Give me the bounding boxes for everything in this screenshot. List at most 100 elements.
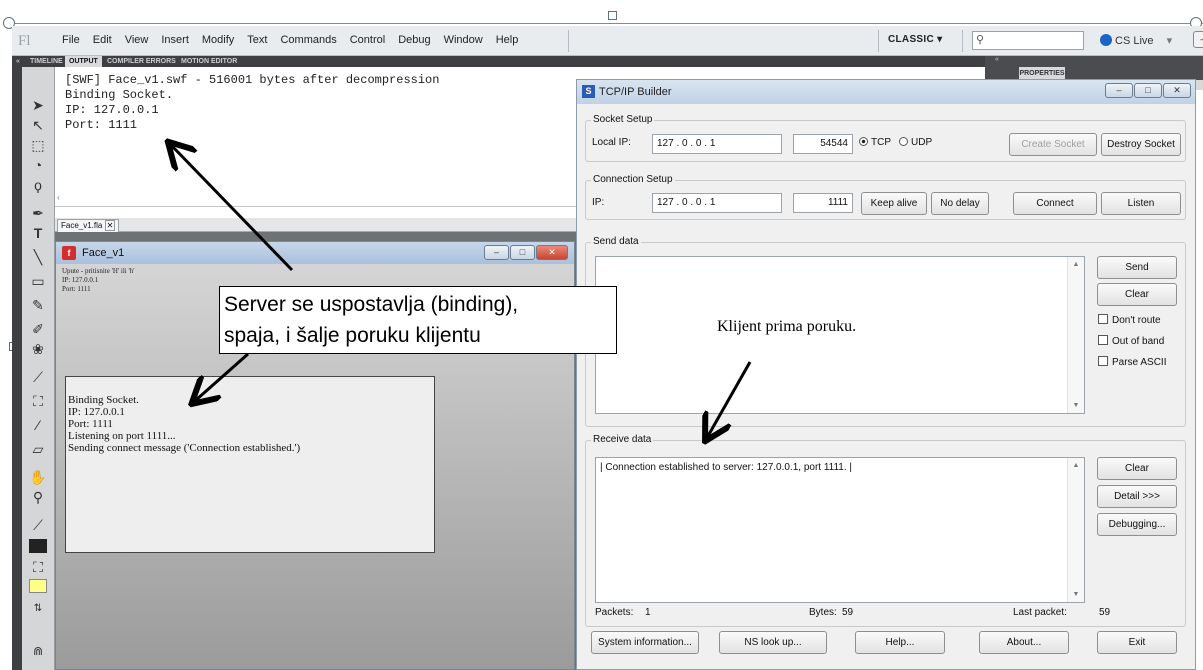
udp-radio[interactable]: UDP: [899, 137, 932, 148]
info-line: Upute - pritisnite 'H' ili 'h': [62, 267, 135, 275]
menu-modify[interactable]: Modify: [202, 34, 234, 46]
dont-route-checkbox[interactable]: Don't route: [1098, 314, 1161, 326]
tab-timeline[interactable]: TIMELINE: [26, 56, 67, 67]
3d-rotation-tool-icon[interactable]: ◔: [28, 155, 48, 175]
remote-ip-field[interactable]: 127 . 0 . 0 . 1: [652, 193, 782, 213]
receive-data-textarea[interactable]: | Connection established to server: 127.…: [595, 457, 1085, 603]
close-icon[interactable]: ✕: [104, 220, 116, 231]
minimize-button[interactable]: –: [1193, 31, 1203, 48]
local-ip-field[interactable]: 127 . 0 . 0 . 1: [652, 134, 782, 154]
scrollbar[interactable]: ▲ ▼: [1067, 257, 1084, 413]
tcp-radio[interactable]: TCP: [859, 137, 891, 148]
tcp-titlebar[interactable]: S TCP/IP Builder – □ ✕: [577, 80, 1195, 104]
maximize-button[interactable]: □: [1134, 83, 1162, 98]
face-window-titlebar[interactable]: f Face_v1 – □ ✕: [56, 242, 574, 264]
clear-send-button[interactable]: Clear: [1097, 283, 1177, 306]
eraser-tool-icon[interactable]: ▱: [28, 439, 48, 459]
snap-magnet-icon[interactable]: ⋒: [28, 641, 48, 661]
pen-tool-icon[interactable]: ✒: [28, 203, 48, 223]
rectangle-tool-icon[interactable]: ▭: [28, 271, 48, 291]
parse-ascii-checkbox[interactable]: Parse ASCII: [1098, 356, 1166, 368]
scrollbar[interactable]: ▲ ▼: [1067, 458, 1084, 602]
about-button[interactable]: About...: [979, 631, 1069, 654]
menu-edit[interactable]: Edit: [93, 34, 112, 46]
menu-file[interactable]: File: [62, 34, 80, 46]
collapse-icon[interactable]: «: [12, 56, 24, 67]
search-icon: ⚲: [976, 34, 985, 46]
resize-handle[interactable]: [608, 11, 617, 20]
cs-live-button[interactable]: CS Live ▾: [1100, 34, 1172, 47]
fill-color-icon[interactable]: ⛶: [28, 557, 48, 577]
menu-commands[interactable]: Commands: [280, 34, 336, 46]
clear-receive-button[interactable]: Clear: [1097, 457, 1177, 480]
scroll-left-icon[interactable]: ‹: [57, 193, 60, 202]
connect-button[interactable]: Connect: [1013, 192, 1097, 215]
system-information-button[interactable]: System information...: [591, 631, 699, 654]
search-input[interactable]: ⚲: [972, 31, 1084, 50]
local-port-field[interactable]: 54544: [793, 134, 853, 154]
log-line: IP: 127.0.0.1: [68, 406, 125, 418]
line-tool-icon[interactable]: ╲: [28, 247, 48, 267]
connection-setup-label: Connection Setup: [591, 174, 675, 185]
listen-button[interactable]: Listen: [1101, 192, 1181, 215]
create-socket-button[interactable]: Create Socket: [1009, 133, 1097, 156]
menu-control[interactable]: Control: [350, 34, 385, 46]
exit-button[interactable]: Exit: [1097, 631, 1177, 654]
separator: [568, 30, 569, 52]
hand-tool-icon[interactable]: ✋: [28, 467, 48, 487]
zoom-tool-icon[interactable]: ⚲: [28, 487, 48, 507]
checkbox-icon: [1098, 314, 1108, 324]
tab-output[interactable]: OUTPUT: [65, 56, 102, 67]
document-tab-label: Face_v1.fla: [61, 221, 103, 230]
stroke-color-swatch[interactable]: [29, 539, 47, 553]
packets-value: 1: [645, 607, 651, 618]
expand-icon[interactable]: «: [995, 56, 999, 63]
local-ip-label: Local IP:: [592, 137, 631, 148]
menu-text[interactable]: Text: [247, 34, 267, 46]
bone-tool-icon[interactable]: ⟋: [28, 367, 48, 387]
lasso-tool-icon[interactable]: ϙ: [28, 175, 48, 195]
pencil-tool-icon[interactable]: ✎: [28, 295, 48, 315]
minimize-button[interactable]: –: [484, 245, 509, 260]
close-button[interactable]: ✕: [536, 245, 568, 260]
help-button[interactable]: Help...: [855, 631, 945, 654]
subselection-tool-icon[interactable]: ↖: [28, 115, 48, 135]
stroke-color-icon[interactable]: ⟋: [28, 515, 48, 535]
tab-compiler-errors[interactable]: COMPILER ERRORS: [103, 56, 180, 67]
swap-colors-icon[interactable]: ⇅: [28, 599, 48, 619]
menu-debug[interactable]: Debug: [398, 34, 430, 46]
remote-port-field[interactable]: 1111: [793, 193, 853, 213]
paint-bucket-tool-icon[interactable]: ⛶: [28, 391, 48, 411]
debugging-button[interactable]: Debugging...: [1097, 513, 1177, 536]
menu-items: File Edit View Insert Modify Text Comman…: [62, 34, 518, 46]
maximize-button[interactable]: □: [510, 245, 535, 260]
text-tool-icon[interactable]: T: [28, 223, 48, 243]
free-transform-tool-icon[interactable]: ⬚: [28, 135, 48, 155]
server-callout-box: Server se uspostavlja (binding), spaja, …: [219, 286, 617, 354]
menu-window[interactable]: Window: [444, 34, 483, 46]
face-window-title: Face_v1: [82, 247, 125, 259]
deco-tool-icon[interactable]: ❀: [28, 339, 48, 359]
fill-color-swatch[interactable]: [29, 579, 47, 593]
ip-label: IP:: [592, 197, 605, 208]
detail-button[interactable]: Detail >>>: [1097, 485, 1177, 508]
document-tab[interactable]: Face_v1.fla ✕: [57, 219, 120, 232]
ns-lookup-button[interactable]: NS look up...: [719, 631, 827, 654]
keep-alive-button[interactable]: Keep alive: [861, 192, 927, 215]
workspace-switcher[interactable]: CLASSIC ▾: [888, 34, 942, 45]
tab-motion-editor[interactable]: MOTION EDITOR: [177, 56, 241, 67]
selection-tool-icon[interactable]: ➤: [28, 95, 48, 115]
no-delay-button[interactable]: No delay: [931, 192, 989, 215]
menu-help[interactable]: Help: [496, 34, 519, 46]
flash-player-icon: f: [62, 246, 76, 260]
out-of-band-checkbox[interactable]: Out of band: [1098, 335, 1164, 347]
radio-icon: [859, 137, 868, 146]
destroy-socket-button[interactable]: Destroy Socket: [1101, 133, 1181, 156]
eyedropper-tool-icon[interactable]: ⁄: [28, 415, 48, 435]
minimize-button[interactable]: –: [1105, 83, 1133, 98]
menu-view[interactable]: View: [125, 34, 149, 46]
send-button[interactable]: Send: [1097, 256, 1177, 279]
close-button[interactable]: ✕: [1163, 83, 1191, 98]
menu-insert[interactable]: Insert: [161, 34, 189, 46]
brush-tool-icon[interactable]: ✐: [28, 319, 48, 339]
